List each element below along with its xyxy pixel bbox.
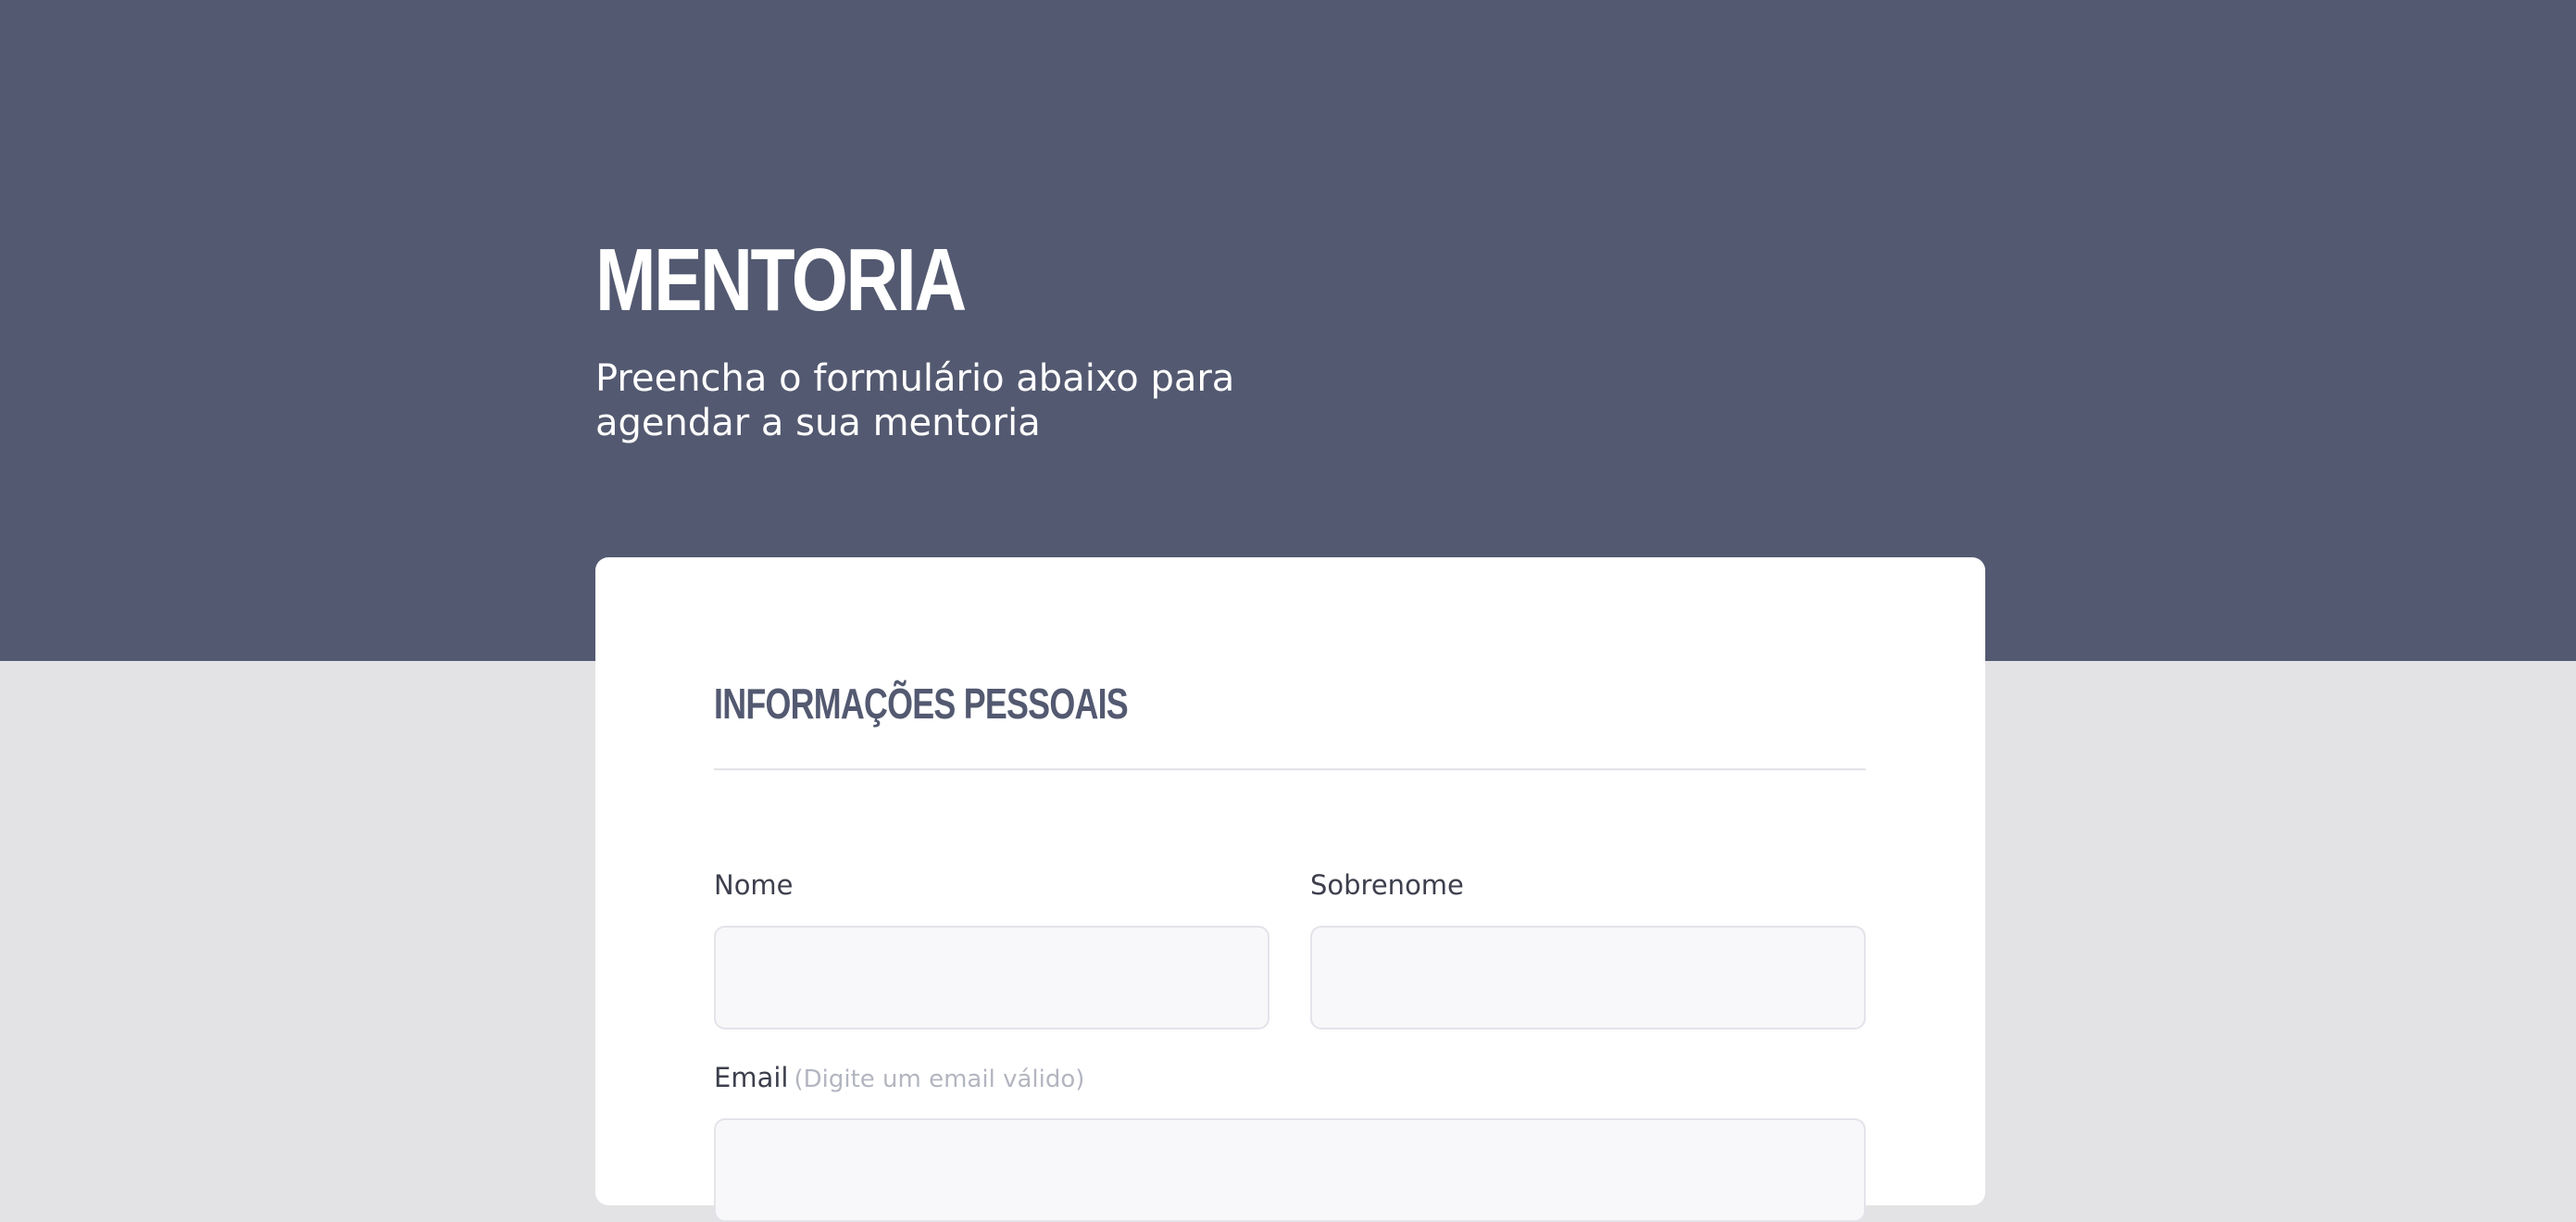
page-subtitle: Preencha o formulário abaixo para agenda… xyxy=(595,357,1235,444)
section-title-personal-info: INFORMAÇÕES PESSOAIS xyxy=(714,680,1129,728)
first-name-label: Nome xyxy=(714,868,794,902)
email-label: Email (Digite um email válido) xyxy=(714,1061,1084,1096)
form-card: INFORMAÇÕES PESSOAIS Nome Sobrenome Emai… xyxy=(595,557,1985,1222)
first-name-label-text: Nome xyxy=(714,869,794,901)
first-name-input[interactable] xyxy=(714,926,1269,1029)
email-hint: (Digite um email válido) xyxy=(794,1066,1085,1093)
page-title: MENTORIA xyxy=(595,231,967,330)
email-label-text: Email xyxy=(714,1062,789,1093)
last-name-label-text: Sobrenome xyxy=(1310,869,1464,901)
last-name-label: Sobrenome xyxy=(1310,868,1464,902)
last-name-input[interactable] xyxy=(1310,926,1866,1029)
section-divider xyxy=(714,768,1866,770)
email-input[interactable] xyxy=(714,1118,1866,1222)
